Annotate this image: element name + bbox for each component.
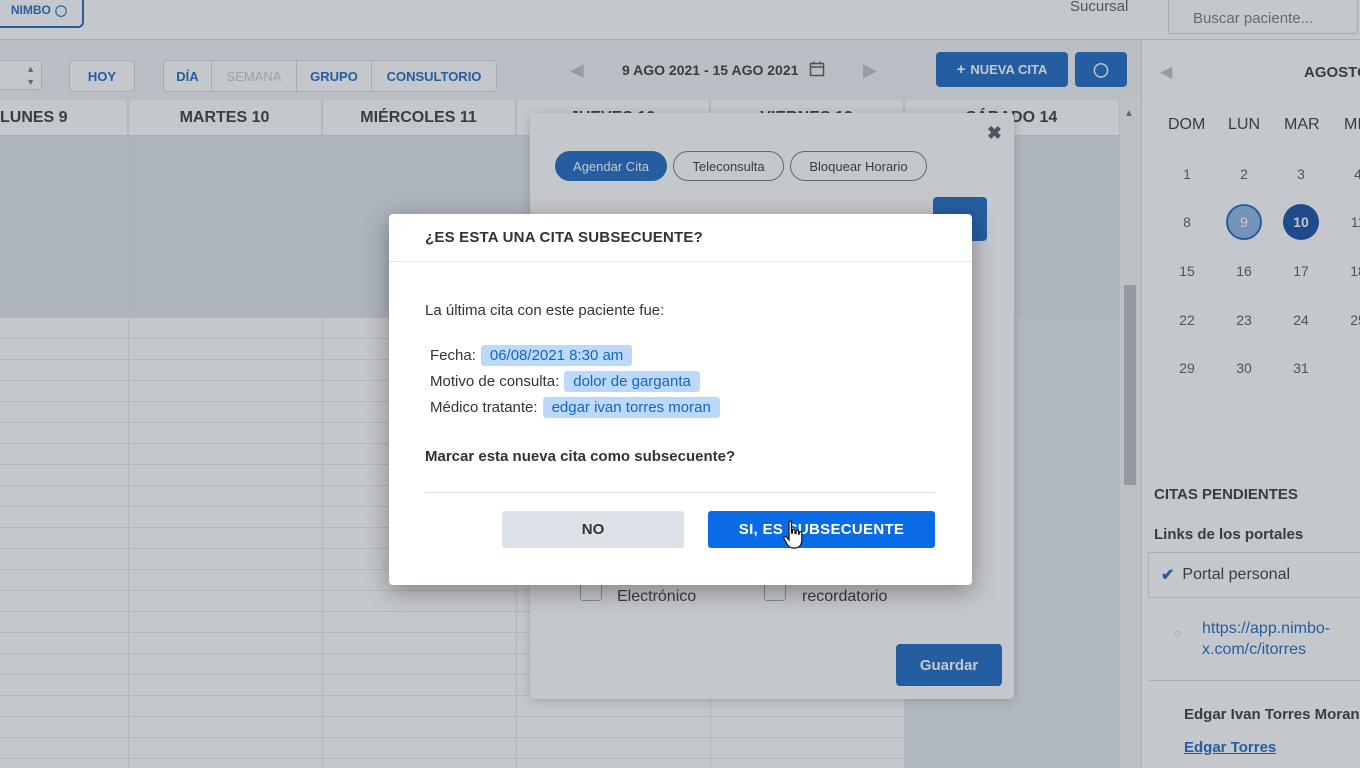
dialog-title: ¿ES ESTA UNA CITA SUBSECUENTE?: [389, 214, 972, 262]
dialog-intro: La última cita con este paciente fue:: [425, 302, 665, 319]
no-button[interactable]: NO: [502, 511, 684, 548]
last-date-row: Fecha: 06/08/2021 8:30 am: [430, 345, 633, 366]
yes-subsequent-button[interactable]: SI, ES SUBSECUENTE: [708, 511, 935, 548]
dialog-question: Marcar esta nueva cita como subsecuente?: [425, 448, 736, 465]
hand-cursor-icon: [783, 520, 803, 549]
reason-row: Motivo de consulta: dolor de garganta: [430, 371, 700, 392]
doctor-value: edgar ivan torres moran: [542, 397, 720, 418]
date-label: Fecha:: [430, 347, 476, 364]
dialog-divider: [425, 492, 935, 493]
doctor-row: Médico tratante: edgar ivan torres moran: [430, 397, 720, 418]
subsequent-appointment-dialog: ¿ES ESTA UNA CITA SUBSECUENTE? La última…: [389, 214, 972, 585]
date-value: 06/08/2021 8:30 am: [480, 345, 633, 366]
reason-label: Motivo de consulta:: [430, 373, 560, 390]
doctor-label: Médico tratante:: [430, 399, 538, 416]
reason-value: dolor de garganta: [564, 371, 700, 392]
